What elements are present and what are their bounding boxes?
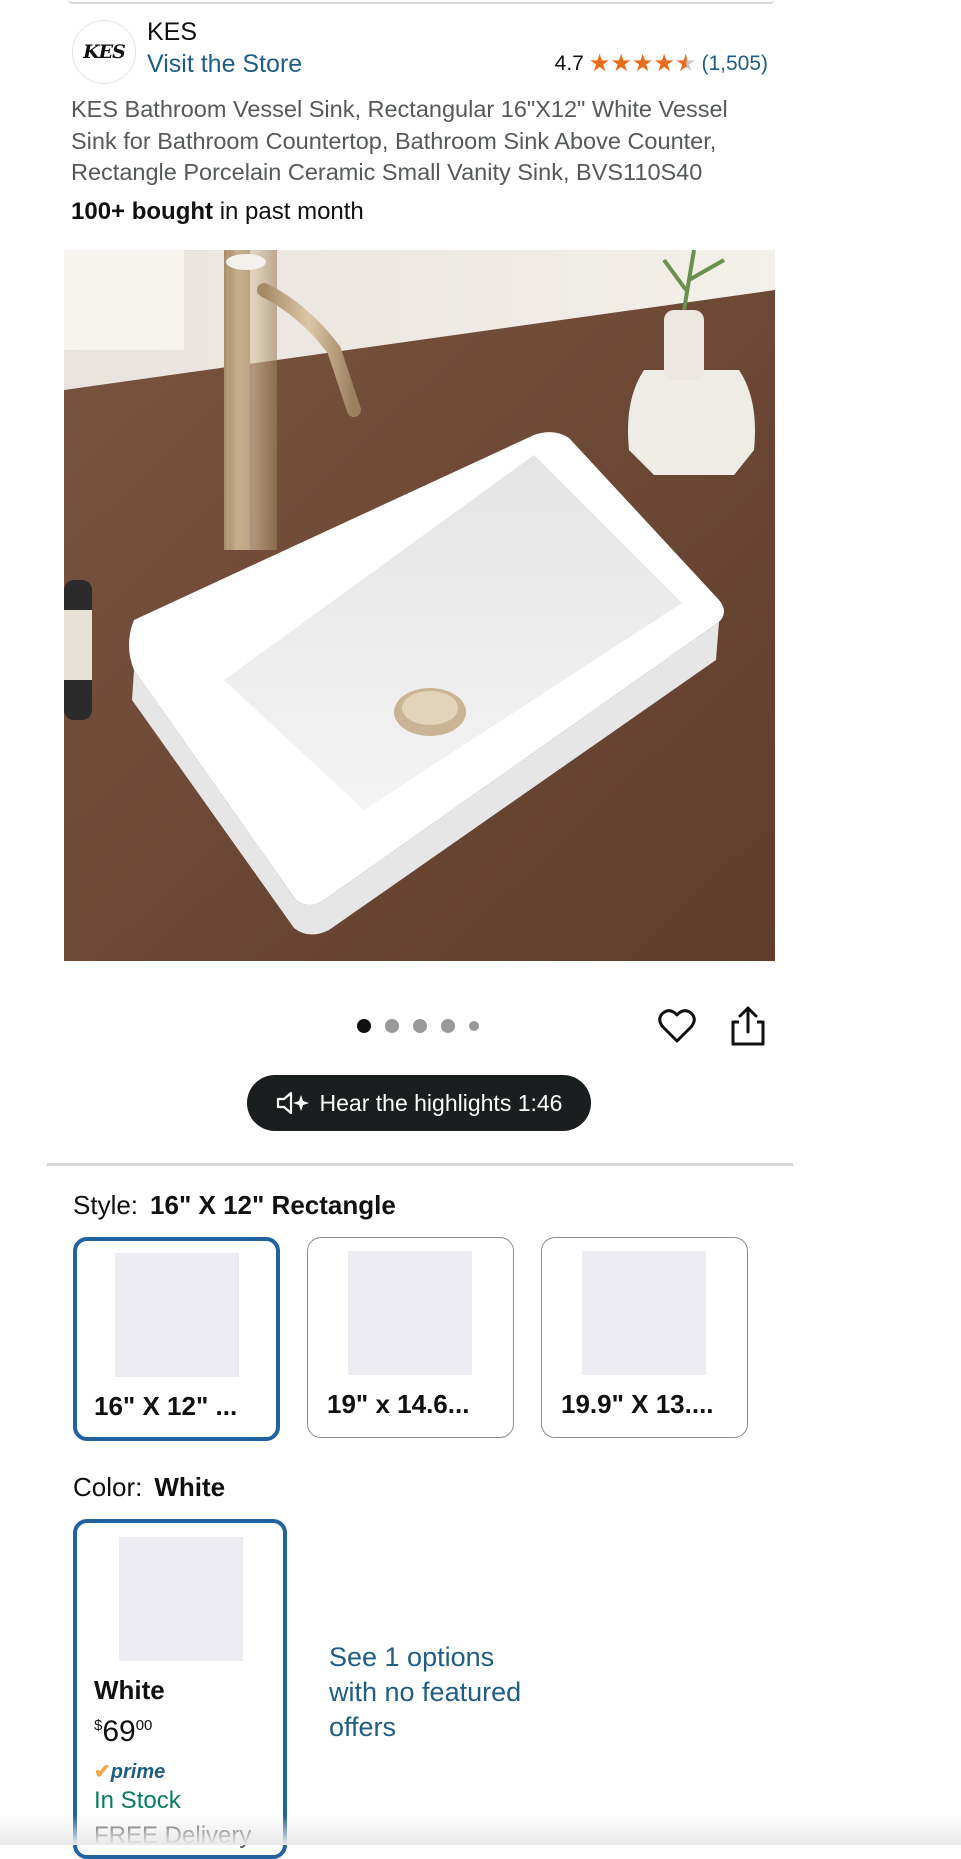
product-title: KES Bathroom Vessel Sink, Rectangular 16… [71, 96, 728, 185]
color-option-name: White [94, 1675, 165, 1705]
prime-label: prime [110, 1761, 166, 1783]
product-image[interactable] [64, 250, 775, 961]
bought-count-bold: 100+ bought [71, 198, 214, 225]
gallery-dot[interactable] [385, 1019, 399, 1033]
style-option[interactable]: 19" x 14.6... [307, 1237, 514, 1438]
price-whole: 69 [102, 1715, 136, 1748]
style-label: Style: [73, 1190, 139, 1220]
gallery-dot[interactable] [413, 1019, 427, 1033]
style-option[interactable]: 16" X 12" ... [73, 1237, 280, 1441]
half-star-icon: ★ [674, 50, 697, 77]
sink-photo [64, 250, 775, 961]
share-icon[interactable] [728, 1004, 768, 1048]
style-selector-label: Style: 16" X 12" Rectangle [73, 1190, 396, 1221]
color-selector-label: Color: White [73, 1472, 225, 1503]
bought-count: 100+ bought in past month [71, 198, 364, 226]
color-selected-value: White [154, 1472, 226, 1502]
bottom-shadow [0, 1815, 961, 1845]
visit-store-link[interactable]: Visit the Store [147, 50, 302, 79]
brand-logo-text: KES [83, 41, 126, 63]
bought-count-rest: in past month [213, 198, 364, 225]
brand-logo[interactable]: KES [72, 20, 136, 84]
color-option-price: $6900 [94, 1715, 152, 1749]
star-rating: ★ ★ ★ ★ ★ [589, 52, 697, 76]
speaker-sparkle-icon [276, 1091, 309, 1115]
rating-summary[interactable]: 4.7 ★ ★ ★ ★ ★ (1,505) [555, 52, 768, 76]
see-options-link[interactable]: See 1 options with no featured offers [329, 1640, 529, 1745]
style-option[interactable]: 19.9" X 13.... [541, 1237, 748, 1438]
rating-count-link[interactable]: (1,505) [701, 52, 768, 76]
style-option-label: 19.9" X 13.... [561, 1389, 714, 1419]
star-icon: ★ [631, 50, 654, 77]
color-option-white[interactable]: White $6900 ✔prime In Stock FREE Deliver… [73, 1519, 287, 1859]
star-icon: ★ [653, 50, 675, 77]
style-option-thumbnail [115, 1253, 239, 1377]
hear-highlights-button[interactable]: Hear the highlights 1:46 [247, 1075, 591, 1131]
star-icon: ★ [610, 50, 632, 77]
color-option-thumbnail [119, 1537, 243, 1661]
gallery-dot[interactable] [441, 1019, 455, 1033]
star-icon: ★ [588, 50, 611, 77]
hear-highlights-label: Hear the highlights 1:46 [319, 1089, 563, 1116]
rating-value: 4.7 [554, 52, 584, 75]
style-selected-value: 16" X 12" Rectangle [150, 1190, 396, 1220]
color-label: Color: [73, 1472, 143, 1502]
top-card-edge [68, 0, 774, 4]
price-currency: $ [94, 1717, 103, 1734]
section-divider [47, 1163, 793, 1166]
style-option-label: 16" X 12" ... [94, 1391, 238, 1421]
price-fraction: 00 [135, 1717, 153, 1734]
prime-badge: ✔prime [94, 1759, 165, 1784]
brand-name: KES [147, 18, 198, 46]
prime-check-icon: ✔ [94, 1761, 111, 1783]
style-option-thumbnail [582, 1251, 706, 1375]
gallery-dot[interactable] [357, 1019, 371, 1033]
stock-status: In Stock [94, 1787, 181, 1814]
gallery-dot[interactable] [469, 1021, 479, 1031]
style-option-thumbnail [348, 1251, 472, 1375]
heart-icon[interactable] [657, 1006, 697, 1046]
gallery-pagination[interactable] [357, 1019, 479, 1033]
style-option-label: 19" x 14.6... [327, 1389, 470, 1419]
